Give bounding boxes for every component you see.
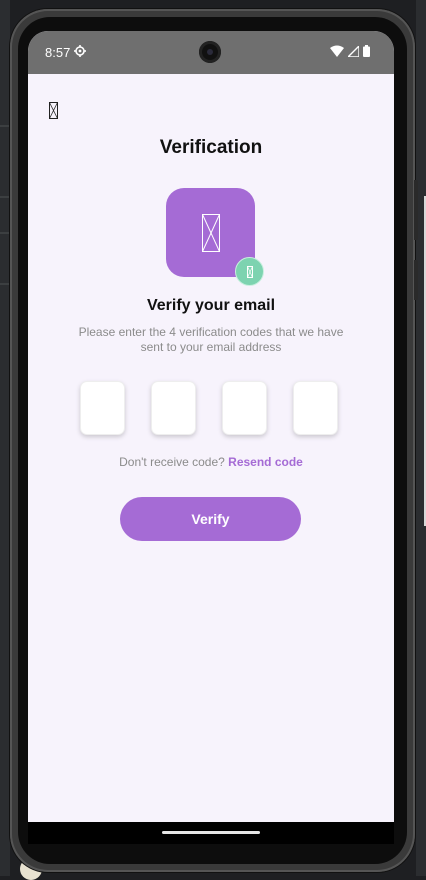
status-icons <box>330 45 370 57</box>
code-input-group <box>80 381 342 435</box>
resend-prompt: Don't receive code? <box>119 455 225 469</box>
volume-button <box>414 180 418 240</box>
ide-divider <box>0 283 10 285</box>
status-time: 8:57 <box>45 45 71 60</box>
ide-left-panel <box>0 0 10 876</box>
ide-divider <box>0 232 10 234</box>
battery-icon <box>363 45 370 57</box>
page-title: Verification <box>159 137 263 158</box>
section-heading: Verify your email <box>146 297 276 314</box>
code-field-3[interactable] <box>222 381 267 435</box>
wifi-icon <box>330 45 344 57</box>
code-field-2[interactable] <box>151 381 196 435</box>
code-field-4[interactable] <box>293 381 338 435</box>
camera-cutout <box>199 41 221 63</box>
app-screen: 8:57 Verification Verify your email Plea… <box>28 31 394 844</box>
back-arrow-icon[interactable] <box>49 102 58 119</box>
email-icon <box>202 214 220 252</box>
ide-divider <box>0 125 10 127</box>
signal-icon <box>348 45 359 57</box>
home-indicator[interactable] <box>162 831 260 834</box>
power-button <box>414 260 418 300</box>
ide-right-panel <box>416 0 426 876</box>
resend-code-link[interactable]: Resend code <box>228 455 303 469</box>
check-icon <box>247 266 253 278</box>
verify-button[interactable]: Verify <box>120 497 301 541</box>
resend-row: Don't receive code? Resend code <box>28 455 394 469</box>
status-bar: 8:57 <box>28 31 394 74</box>
gear-icon <box>74 45 86 57</box>
ide-divider <box>0 196 10 198</box>
code-field-1[interactable] <box>80 381 125 435</box>
navigation-bar <box>28 822 394 844</box>
instructions-text: Please enter the 4 verification codes th… <box>78 325 344 354</box>
status-badge <box>235 257 264 286</box>
